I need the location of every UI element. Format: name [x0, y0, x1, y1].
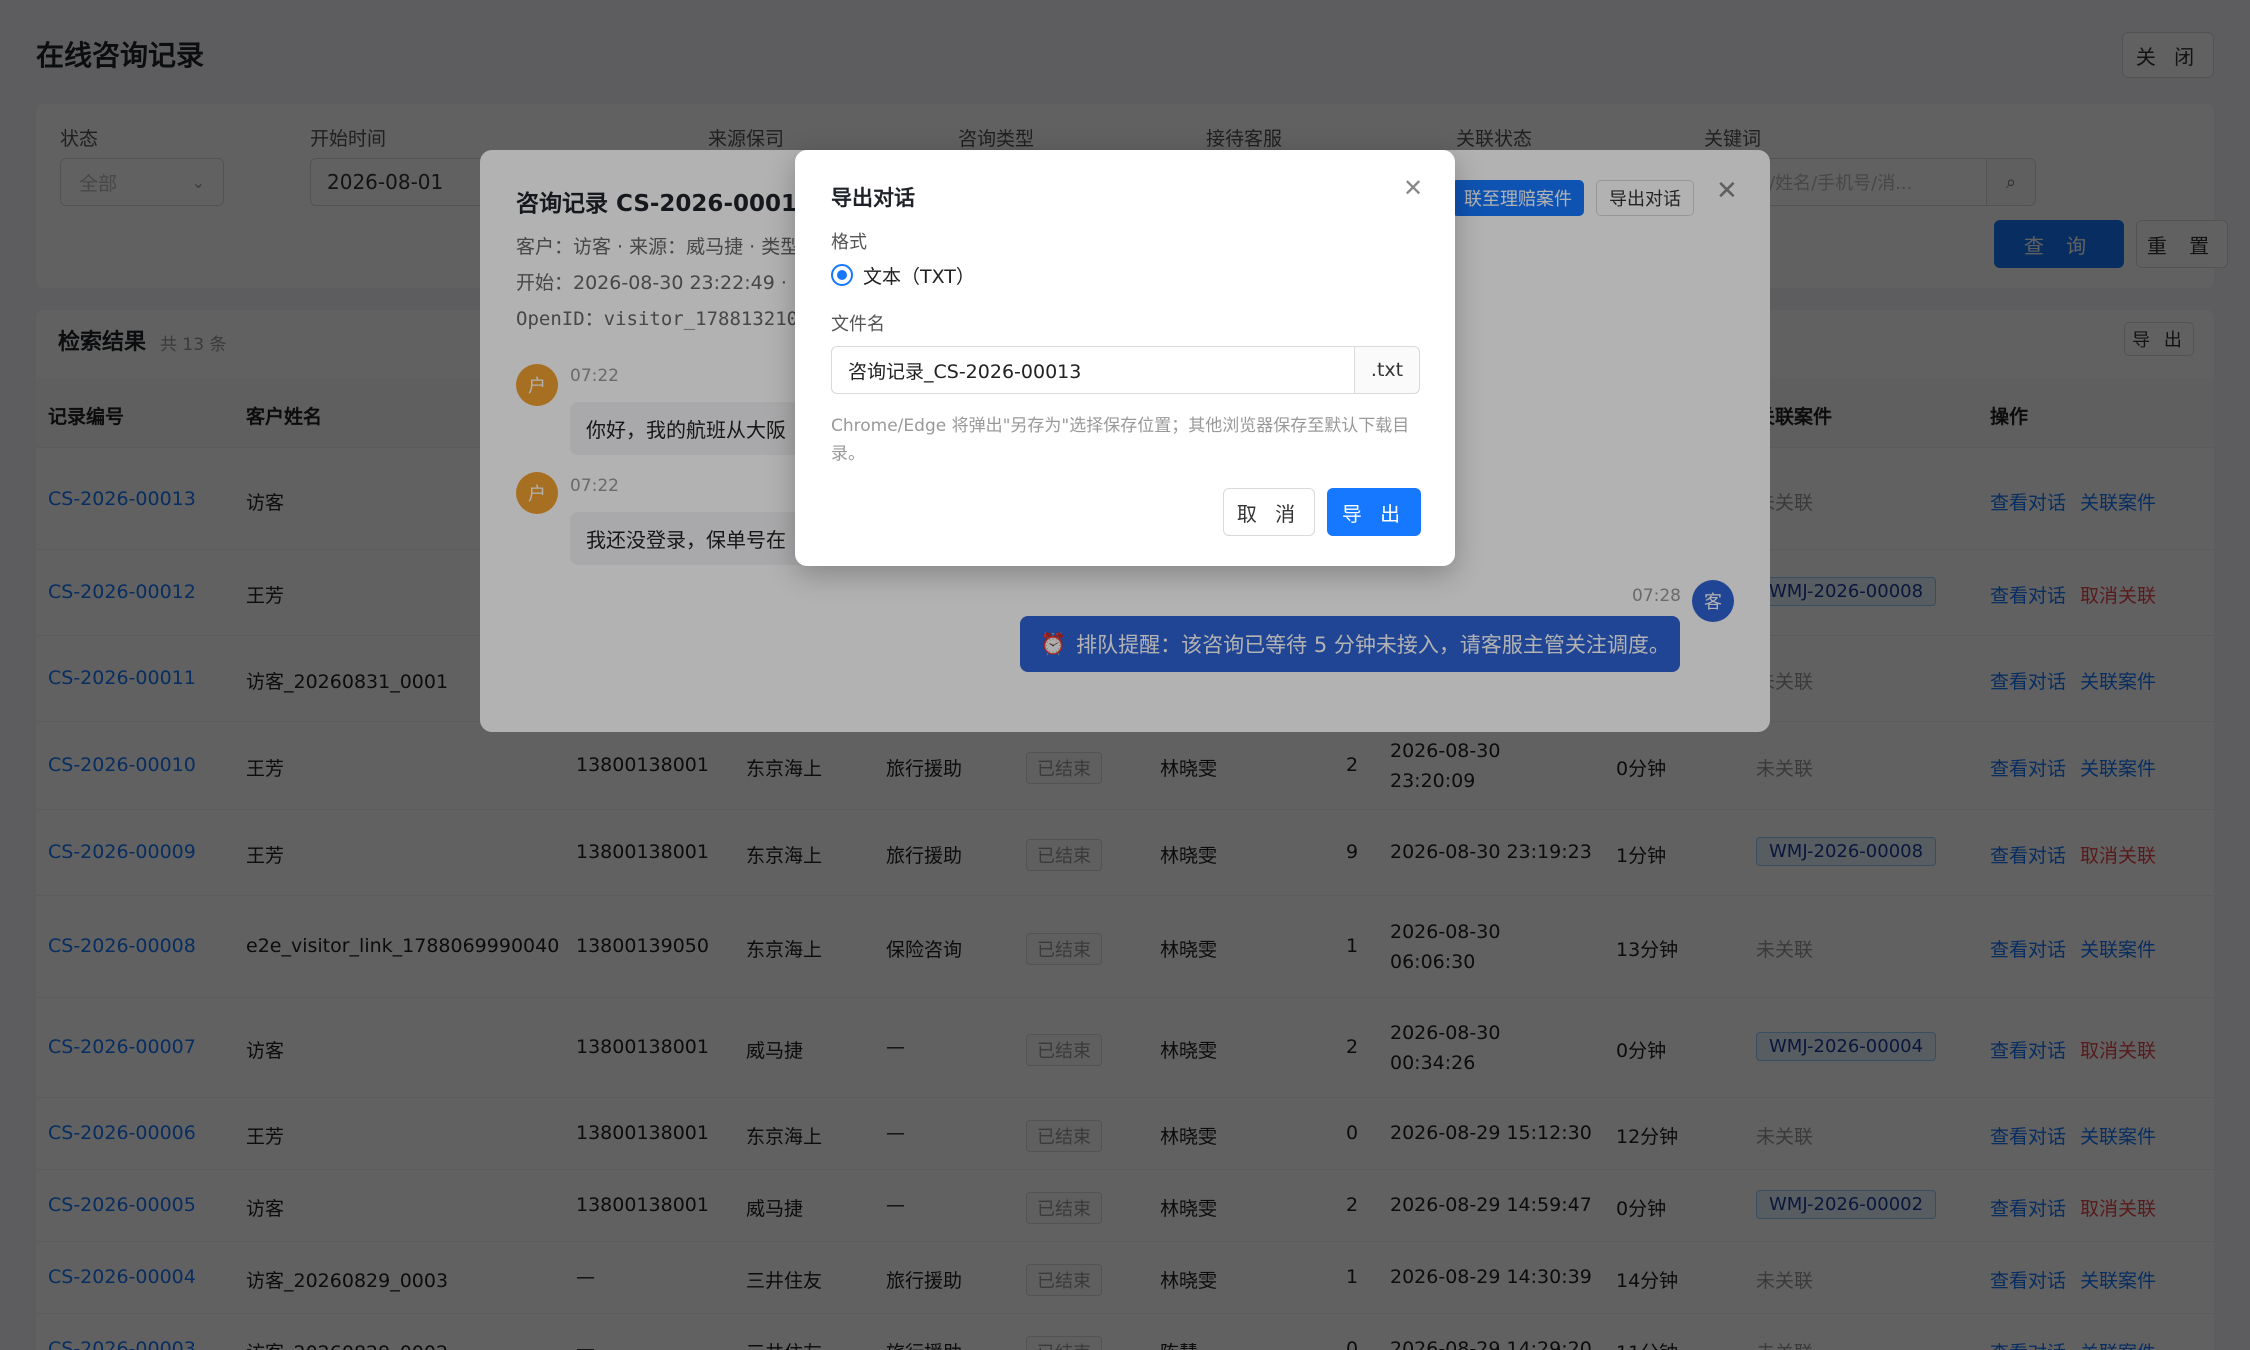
- filename-suffix: .txt: [1354, 346, 1420, 394]
- format-txt-label[interactable]: 文本（TXT）: [863, 262, 975, 289]
- export-hint: Chrome/Edge 将弹出"另存为"选择保存位置；其他浏览器保存至默认下载目…: [831, 416, 1410, 464]
- export-dialog-title: 导出对话: [831, 186, 915, 210]
- filename-label: 文件名: [831, 314, 885, 335]
- format-txt-radio[interactable]: [831, 264, 853, 286]
- close-icon[interactable]: ✕: [1403, 174, 1423, 202]
- confirm-export-button[interactable]: 导 出: [1327, 488, 1421, 536]
- filename-input[interactable]: 咨询记录_CS-2026-00013: [831, 346, 1355, 394]
- format-label: 格式: [831, 232, 867, 253]
- export-dialog: 导出对话 ✕ 格式 文本（TXT） 文件名 咨询记录_CS-2026-00013…: [795, 150, 1455, 566]
- cancel-button[interactable]: 取 消: [1223, 488, 1315, 536]
